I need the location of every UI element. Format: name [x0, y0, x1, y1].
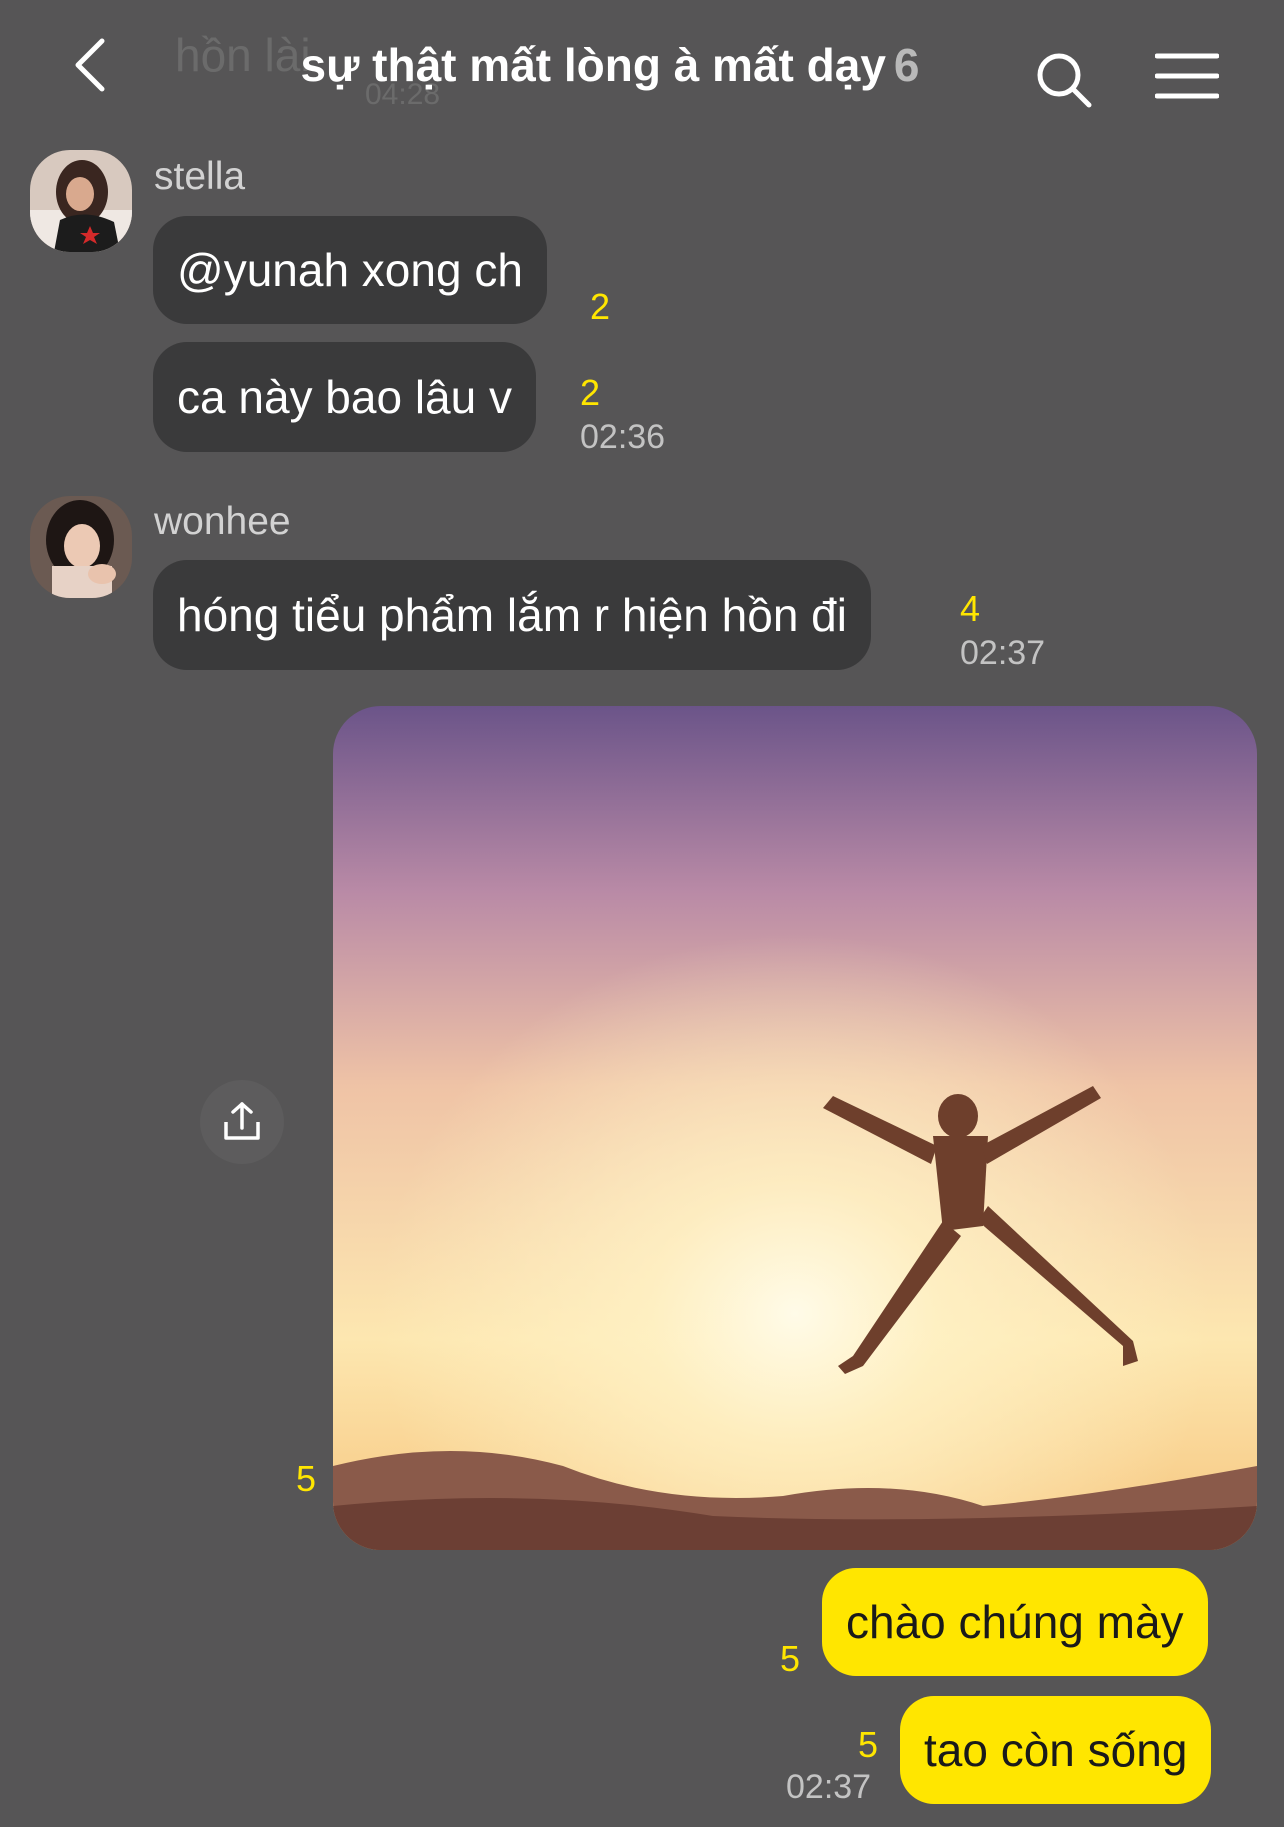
avatar-stella-image: [30, 150, 132, 252]
member-count: 6: [893, 39, 920, 91]
my-message-bubble[interactable]: chào chúng mày: [822, 1568, 1208, 1676]
unread-count: 4: [960, 588, 981, 629]
unread-count: 2: [580, 372, 601, 413]
message-text: ca này bao lâu v: [177, 371, 513, 423]
sender-name: wonhee: [154, 500, 291, 543]
avatar-wonhee-image: [30, 496, 132, 598]
search-icon: [1037, 53, 1092, 108]
avatar-wonhee[interactable]: [30, 496, 132, 598]
unread-count: 5: [858, 1724, 879, 1765]
message-text: chào chúng mày: [846, 1596, 1184, 1648]
chat-title-text: sự thật mất lòng à mất dạy: [300, 39, 886, 91]
share-button[interactable]: [200, 1080, 284, 1164]
message-bubble[interactable]: hóng tiểu phẩm lắm r hiện hồn đi: [153, 560, 871, 670]
hamburger-menu-icon: [1155, 53, 1219, 99]
share-icon: [224, 1102, 260, 1140]
avatar-stella[interactable]: [30, 150, 132, 252]
unread-count: 5: [780, 1638, 801, 1679]
message-time: 02:36: [580, 418, 666, 456]
chat-title: sự thật mất lòng à mất dạy 6: [230, 38, 990, 92]
sunset-jump-photo: [333, 706, 1257, 1550]
menu-button[interactable]: [1154, 48, 1220, 104]
message-bubble[interactable]: @yunah xong ch: [153, 216, 547, 324]
my-message-bubble[interactable]: tao còn sống: [900, 1696, 1212, 1804]
message-bubble[interactable]: ca này bao lâu v: [153, 342, 537, 452]
message-text: hóng tiểu phẩm lắm r hiện hồn đi: [177, 589, 847, 641]
photo-message[interactable]: [333, 706, 1257, 1550]
message-time: 02:37: [960, 634, 1046, 672]
message-text: tao còn sống: [924, 1724, 1188, 1776]
search-button[interactable]: [1030, 46, 1098, 114]
back-button[interactable]: [60, 30, 120, 100]
unread-count: 5: [296, 1458, 317, 1499]
sender-name: stella: [154, 155, 246, 198]
message-time: 02:37: [786, 1768, 872, 1806]
chevron-left-icon: [75, 38, 105, 92]
message-text: @yunah xong ch: [177, 244, 523, 296]
unread-count: 2: [590, 286, 611, 327]
